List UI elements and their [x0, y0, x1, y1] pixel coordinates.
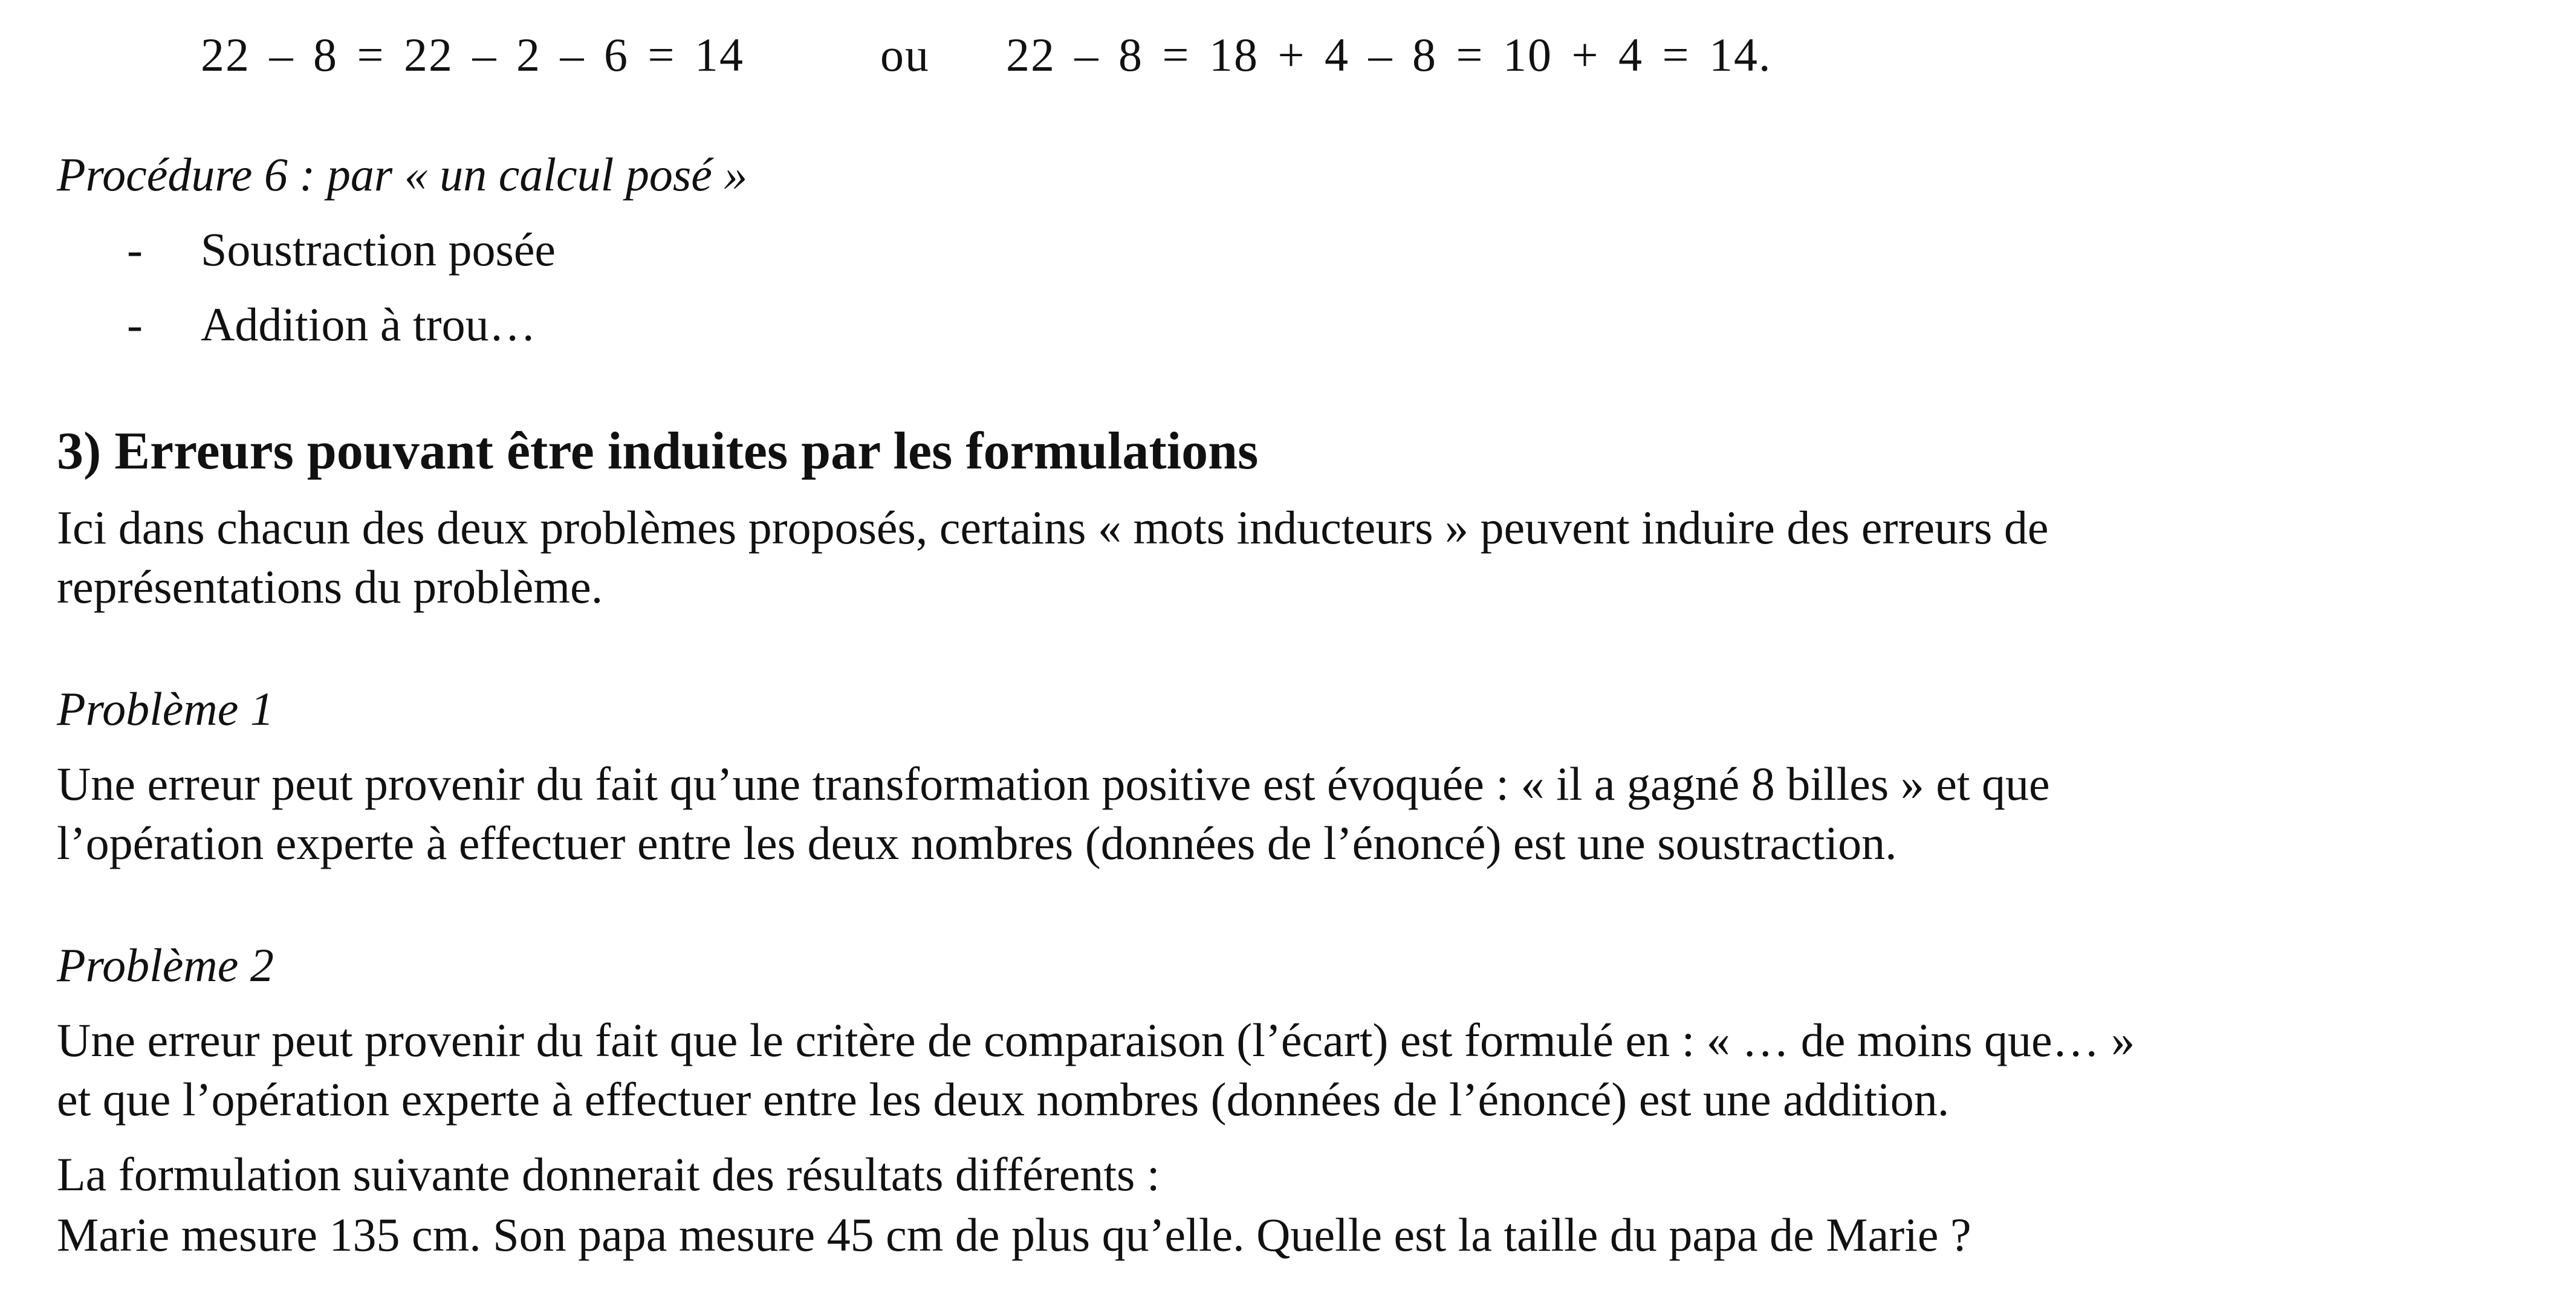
probleme1-line-2: l’opération experte à effectuer entre le… — [57, 817, 1897, 869]
probleme2-line-3: La formulation suivante donnerait des ré… — [57, 1148, 1160, 1201]
section-intro-line-1: Ici dans chacun des deux problèmes propo… — [57, 501, 2049, 554]
calculation-right: 22 – 8 = 18 + 4 – 8 = 10 + 4 = 14. — [1006, 28, 1772, 81]
probleme2-title: Problème 2 — [57, 939, 274, 991]
procedure6-item-2: Addition à trou… — [201, 298, 536, 351]
section-intro-line-2: représentations du problème. — [57, 560, 603, 613]
section-number: 3) — [57, 422, 102, 481]
procedure6-title: Procédure 6 : par « un calcul posé » — [57, 148, 748, 201]
procedure6-item-1: Soustraction posée — [201, 223, 556, 276]
probleme2-line-1: Une erreur peut provenir du fait que le … — [57, 1014, 2135, 1066]
bullet-marker: - — [127, 298, 143, 351]
calculation-left: 22 – 8 = 22 – 2 – 6 = 14 — [201, 28, 744, 81]
bullet-marker: - — [127, 223, 143, 276]
document-page: 22 – 8 = 22 – 2 – 6 = 14 ou 22 – 8 = 18 … — [0, 0, 2576, 1290]
section-title: Erreurs pouvant être induites par les fo… — [114, 422, 1259, 481]
probleme2-line-4: Marie mesure 135 cm. Son papa mesure 45 … — [57, 1208, 1971, 1261]
probleme1-line-1: Une erreur peut provenir du fait qu’une … — [57, 757, 2050, 810]
probleme2-line-2: et que l’opération experte à effectuer e… — [57, 1073, 1950, 1126]
calculation-connector: ou — [880, 28, 930, 81]
section-heading: 3) Erreurs pouvant être induites par les … — [57, 418, 1258, 485]
probleme1-title: Problème 1 — [57, 682, 274, 735]
